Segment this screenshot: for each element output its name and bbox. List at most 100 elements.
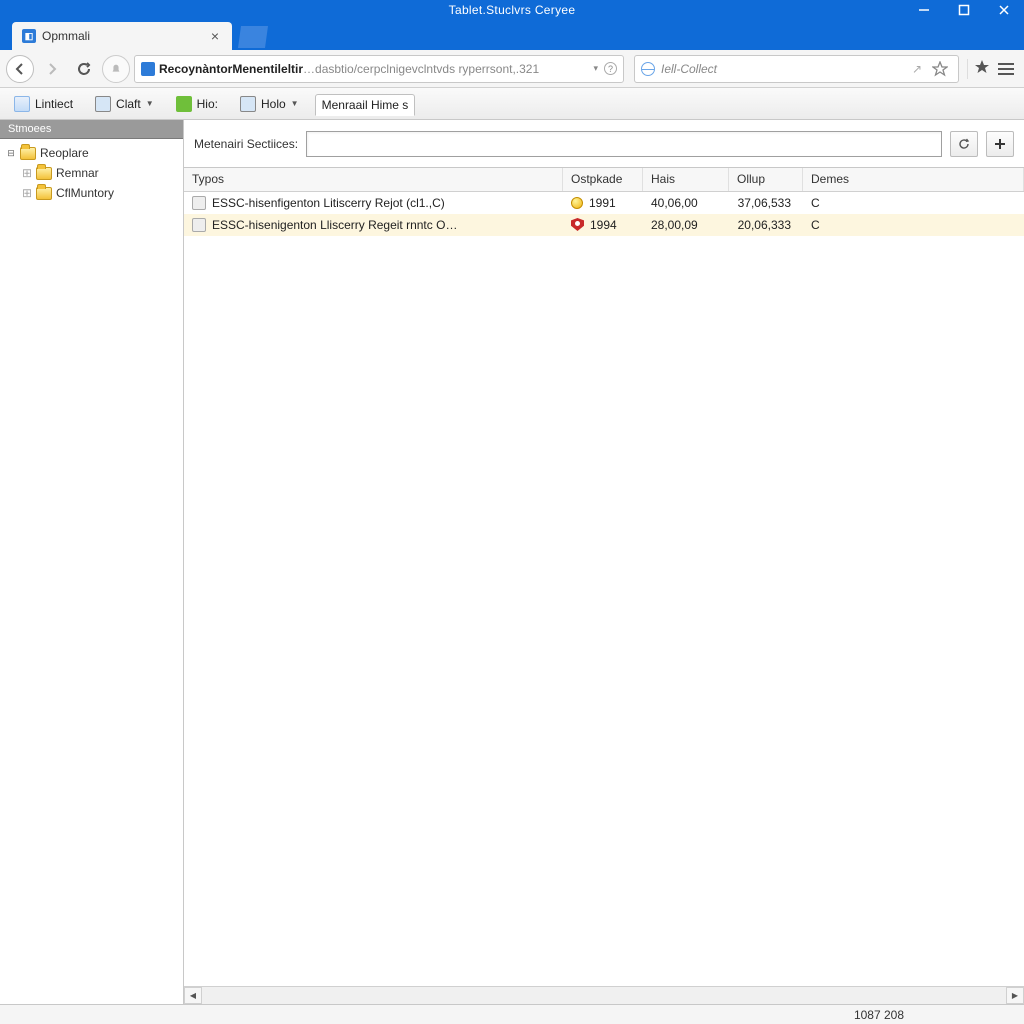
browser-tab[interactable]: ◧ Opmmali × [12,22,232,50]
reload-icon [77,62,91,76]
bookmark-label: Holo [261,97,286,111]
back-arrow-icon [13,62,27,76]
folder-icon [36,187,52,200]
bookmark-lintiect[interactable]: Lintiect [8,93,79,115]
table-header: Typos Ostpkade Hais Ollup Demes [184,168,1024,192]
dropdown-icon[interactable]: ▾ [593,63,598,74]
page-icon [14,96,30,112]
menu-button[interactable] [994,59,1018,79]
nav-end-controls [967,59,1018,79]
status-bar: 1087 208 [0,1004,1024,1024]
back-button[interactable] [6,55,34,83]
row-ollup: 20,06,333 [729,218,803,232]
bookmark-hio[interactable]: Hio: [170,93,224,115]
filter-input[interactable] [306,131,942,157]
tree-node-reoplare[interactable]: ⊟ Reoplare [0,143,183,163]
status-text: 1087 208 [854,1008,904,1022]
col-ollup[interactable]: Ollup [729,168,803,191]
doc-icon [192,196,206,210]
url-host: RecoynàntorMenentileltir [159,62,303,76]
row-demes: C [803,218,1024,232]
tree-line-icon: ⊞ [22,166,32,180]
star-icon [974,59,990,75]
row-ollup: 37,06,533 [729,196,803,210]
notification-button[interactable] [102,55,130,83]
col-typos[interactable]: Typos [184,168,563,191]
maximize-button[interactable] [944,0,984,20]
bookmark-label: Lintiect [35,97,73,111]
sidebar: Stmoees ⊟ Reoplare ⊞ Remnar ⊞ CflMuntory [0,120,184,1004]
col-ostpkade[interactable]: Ostpkade [563,168,643,191]
url-text: RecoynàntorMenentileltir…dasbtio/cerpcln… [159,61,589,76]
forward-button[interactable] [38,55,66,83]
sidebar-header: Stmoees [0,120,183,139]
row-name: ESSC-hisenigenton Lliscerry Regeit rnntc… [212,218,457,232]
content-pane: Metenairi Sectiices: Typos Ostpkade Hais… [184,120,1024,1004]
search-box[interactable]: Iell-Collect ↗ [634,55,959,83]
table: Typos Ostpkade Hais Ollup Demes ESSC-his… [184,168,1024,986]
refresh-icon [957,137,971,151]
tree-node-cflmuntory[interactable]: ⊞ CflMuntory [0,183,183,203]
horizontal-scrollbar[interactable]: ◀ ▶ [184,986,1024,1004]
expander-icon[interactable]: ⊟ [6,148,16,158]
globe-icon [641,62,655,76]
info-icon[interactable]: ? [604,62,617,75]
new-tab-button[interactable] [238,26,268,48]
col-demes[interactable]: Demes [803,168,1024,191]
tree-label: CflMuntory [56,186,114,200]
row-hais: 28,00,09 [643,218,729,232]
sidebar-tree: ⊟ Reoplare ⊞ Remnar ⊞ CflMuntory [0,139,183,207]
monitor-icon [240,96,256,112]
bookmark-inline-button[interactable] [932,61,948,77]
plus-icon [993,137,1007,151]
maximize-icon [958,4,970,16]
bookmark-holo[interactable]: Holo ▼ [234,93,305,115]
scroll-track[interactable] [202,987,1006,1004]
table-body: ESSC-hisenfigenton Litiscerry Rejot (cl1… [184,192,1024,236]
tree-line-icon: ⊞ [22,186,32,200]
window-controls [904,0,1024,20]
bookmark-menraail[interactable]: Menraail Hime s [315,94,416,116]
close-icon [998,4,1010,16]
tree-label: Reoplare [40,146,89,160]
forward-arrow-icon [45,62,59,76]
row-demes: C [803,196,1024,210]
reload-button[interactable] [70,55,98,83]
chevron-down-icon: ▼ [146,99,154,108]
tree-node-remnar[interactable]: ⊞ Remnar [0,163,183,183]
minimize-icon [918,4,930,16]
doc-icon [192,218,206,232]
search-placeholder: Iell-Collect [661,62,717,76]
table-row[interactable]: ESSC-hisenfigenton Litiscerry Rejot (cl1… [184,192,1024,214]
tab-close-button[interactable]: × [208,29,222,43]
bookmark-claft[interactable]: Claft ▼ [89,93,160,115]
row-hais: 40,06,00 [643,196,729,210]
bookmark-label: Claft [116,97,141,111]
tab-favicon-icon: ◧ [22,29,36,43]
tab-title: Opmmali [42,29,202,43]
chevron-down-icon: ▼ [291,99,299,108]
scroll-right-button[interactable]: ▶ [1006,987,1024,1004]
scroll-left-button[interactable]: ◀ [184,987,202,1004]
main-area: Stmoees ⊟ Reoplare ⊞ Remnar ⊞ CflMuntory… [0,120,1024,1004]
filter-label: Metenairi Sectiices: [194,137,298,151]
add-button[interactable] [986,131,1014,157]
tab-strip: ◧ Opmmali × [0,20,1024,50]
green-icon [176,96,192,112]
bookmark-label: Menraail Hime s [322,98,409,112]
refresh-button[interactable] [950,131,978,157]
address-bar[interactable]: RecoynàntorMenentileltir…dasbtio/cerpcln… [134,55,624,83]
minimize-button[interactable] [904,0,944,20]
star-outline-icon [932,61,948,77]
close-button[interactable] [984,0,1024,20]
feed-icon[interactable]: ↗ [912,62,922,76]
navigation-bar: RecoynàntorMenentileltir…dasbtio/cerpcln… [0,50,1024,88]
row-ost: 1994 [590,218,617,232]
bookmarks-button[interactable] [974,59,990,78]
table-row[interactable]: ESSC-hisenigenton Lliscerry Regeit rnntc… [184,214,1024,236]
bookmarks-toolbar: Lintiect Claft ▼ Hio: Holo ▼ Menraail Hi… [0,88,1024,120]
col-hais[interactable]: Hais [643,168,729,191]
tree-label: Remnar [56,166,99,180]
window-titlebar: Tablet.Stuclvrs Ceryee [0,0,1024,20]
folder-icon [20,147,36,160]
